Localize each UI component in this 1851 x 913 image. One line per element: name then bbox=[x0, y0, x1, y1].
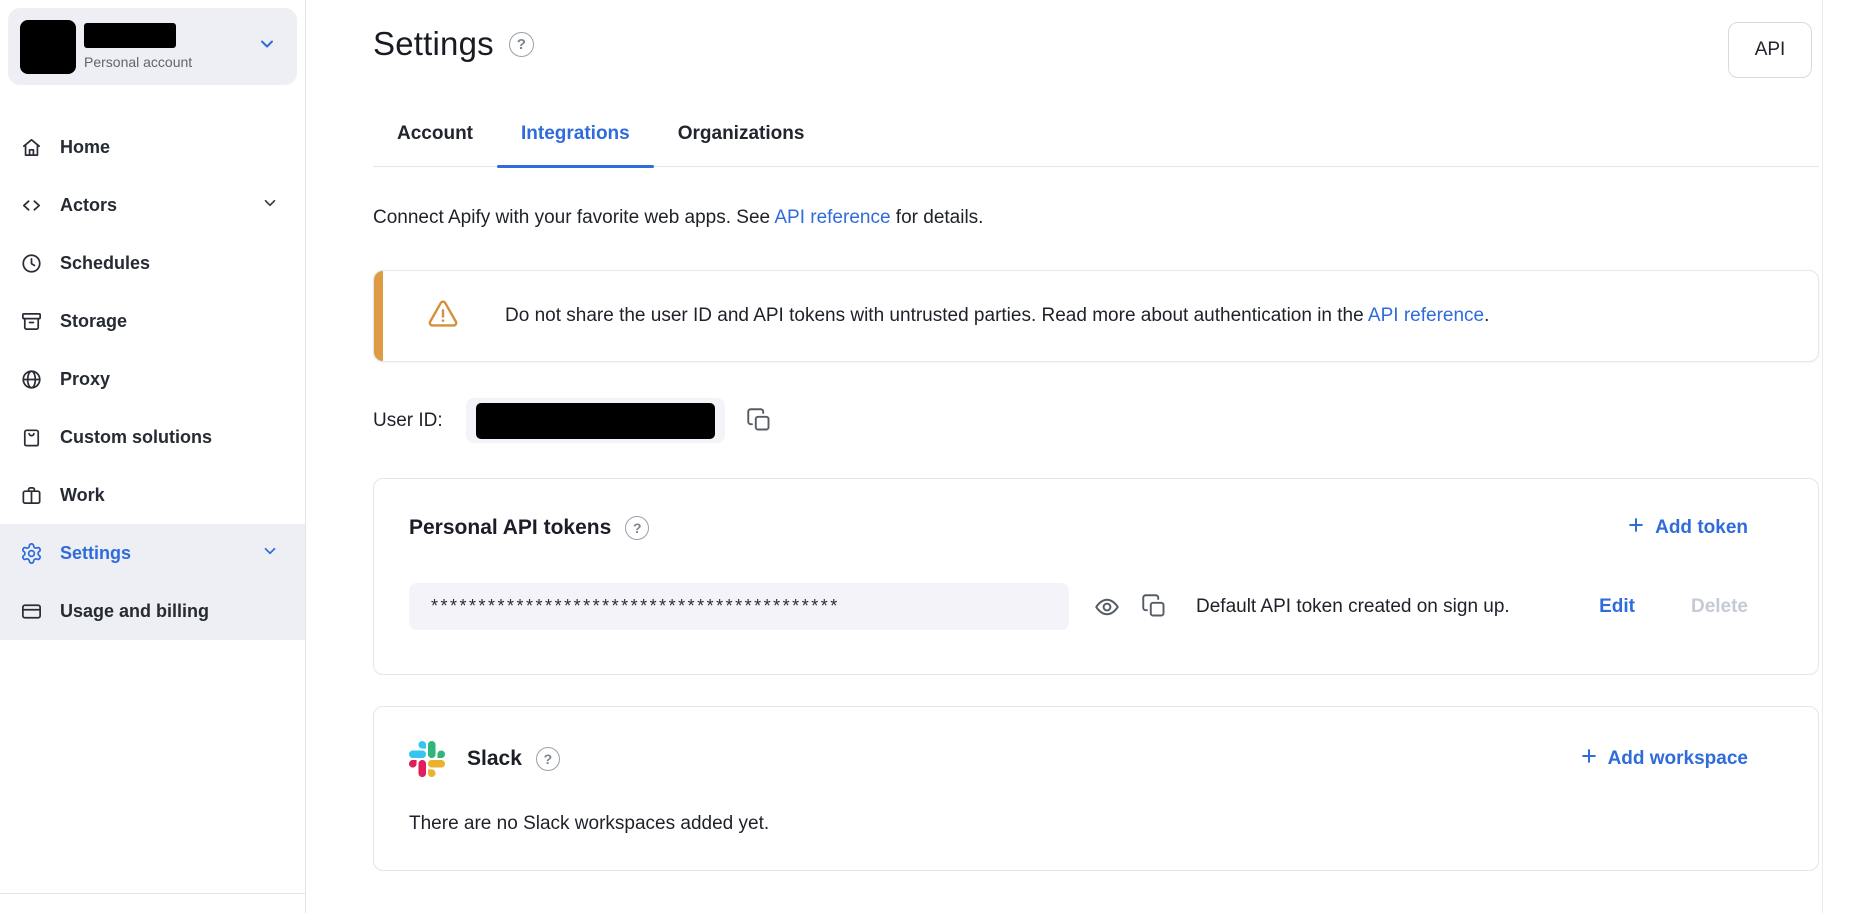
sidebar-item-label: Settings bbox=[60, 543, 131, 564]
sidebar-item-label: Home bbox=[60, 137, 110, 158]
chevron-down-icon bbox=[261, 542, 279, 565]
intro-text: Connect Apify with your favorite web app… bbox=[373, 207, 1819, 229]
delete-token-button: Delete bbox=[1691, 596, 1748, 618]
account-name-redacted bbox=[84, 23, 176, 48]
warning-text-before: Do not share the user ID and API tokens … bbox=[505, 305, 1368, 326]
scrollbar-track-line bbox=[1822, 0, 1823, 913]
account-switcher[interactable]: Personal account bbox=[8, 8, 297, 85]
slack-logo-icon bbox=[409, 741, 445, 777]
gear-icon bbox=[19, 541, 43, 565]
sidebar-item-label: Proxy bbox=[60, 369, 110, 390]
intro-text-after: for details. bbox=[891, 207, 984, 228]
add-token-button[interactable]: Add token bbox=[1626, 515, 1748, 541]
plus-icon bbox=[1579, 746, 1599, 772]
sidebar: Personal account Home Actors bbox=[0, 0, 306, 913]
warning-triangle-icon bbox=[426, 297, 460, 336]
edit-token-button[interactable]: Edit bbox=[1599, 596, 1635, 618]
app-root: Personal account Home Actors bbox=[0, 0, 1851, 913]
sidebar-item-label: Storage bbox=[60, 311, 127, 332]
sidebar-item-label: Usage and billing bbox=[60, 601, 209, 622]
tokens-card-title: Personal API tokens bbox=[409, 516, 611, 540]
api-button[interactable]: API bbox=[1728, 22, 1812, 78]
sidebar-item-custom-solutions[interactable]: Custom solutions bbox=[0, 408, 305, 466]
tokens-card-header: Personal API tokens ? Add token bbox=[409, 515, 1748, 541]
sidebar-item-label: Actors bbox=[60, 195, 117, 216]
warning-text: Do not share the user ID and API tokens … bbox=[505, 305, 1489, 327]
token-row: ****************************************… bbox=[409, 583, 1748, 630]
briefcase-icon bbox=[19, 483, 43, 507]
warning-accent-bar bbox=[374, 271, 383, 361]
page-header: Settings ? bbox=[373, 22, 1819, 66]
main-content: Settings ? API Account Integrations Orga… bbox=[306, 0, 1851, 913]
help-icon[interactable]: ? bbox=[509, 32, 534, 57]
eye-icon[interactable] bbox=[1093, 593, 1121, 621]
home-icon bbox=[19, 135, 43, 159]
account-type-label: Personal account bbox=[84, 54, 192, 70]
archive-box-icon bbox=[19, 309, 43, 333]
sidebar-footer bbox=[0, 894, 305, 913]
help-icon[interactable]: ? bbox=[625, 516, 649, 540]
api-reference-link[interactable]: API reference bbox=[774, 207, 890, 228]
help-icon[interactable]: ? bbox=[536, 747, 560, 771]
shopping-bag-icon bbox=[19, 425, 43, 449]
sidebar-item-proxy[interactable]: Proxy bbox=[0, 350, 305, 408]
sidebar-item-usage-and-billing[interactable]: Usage and billing bbox=[0, 582, 305, 640]
clock-icon bbox=[19, 251, 43, 275]
warning-banner: Do not share the user ID and API tokens … bbox=[373, 270, 1819, 362]
sidebar-item-settings[interactable]: Settings bbox=[0, 524, 305, 582]
slack-card-title: Slack bbox=[467, 747, 522, 771]
token-description: Default API token created on sign up. bbox=[1196, 596, 1599, 618]
tab-integrations[interactable]: Integrations bbox=[497, 123, 654, 166]
api-reference-link[interactable]: API reference bbox=[1368, 305, 1484, 326]
sidebar-spacer bbox=[0, 640, 305, 893]
slack-card-header: Slack ? Add workspace bbox=[409, 741, 1748, 777]
sidebar-item-home[interactable]: Home bbox=[0, 118, 305, 176]
add-token-label: Add token bbox=[1655, 517, 1748, 539]
copy-icon[interactable] bbox=[746, 407, 773, 434]
sidebar-item-label: Work bbox=[60, 485, 105, 506]
user-id-label: User ID: bbox=[373, 410, 443, 432]
chevron-down-icon bbox=[257, 34, 277, 59]
slack-card: Slack ? Add workspace There are no Slack… bbox=[373, 706, 1819, 871]
slack-empty-text: There are no Slack workspaces added yet. bbox=[409, 813, 1748, 835]
token-masked-value: ****************************************… bbox=[431, 596, 840, 617]
user-id-row: User ID: bbox=[373, 398, 1819, 443]
sidebar-nav: Home Actors Schedules bbox=[0, 118, 305, 640]
sidebar-item-actors[interactable]: Actors bbox=[0, 176, 305, 234]
tabs-bar: Account Integrations Organizations bbox=[373, 123, 1819, 167]
globe-icon bbox=[19, 367, 43, 391]
user-id-redacted bbox=[476, 403, 715, 439]
sidebar-item-work[interactable]: Work bbox=[0, 466, 305, 524]
sidebar-item-label: Schedules bbox=[60, 253, 150, 274]
sidebar-item-storage[interactable]: Storage bbox=[0, 292, 305, 350]
sidebar-item-label: Custom solutions bbox=[60, 427, 212, 448]
token-masked-field: ****************************************… bbox=[409, 583, 1069, 630]
page-title: Settings bbox=[373, 25, 494, 63]
intro-text-before: Connect Apify with your favorite web app… bbox=[373, 207, 774, 228]
add-workspace-button[interactable]: Add workspace bbox=[1579, 746, 1748, 772]
chevron-down-icon bbox=[261, 194, 279, 217]
personal-api-tokens-card: Personal API tokens ? Add token ********… bbox=[373, 478, 1819, 675]
copy-icon[interactable] bbox=[1141, 593, 1168, 620]
warning-text-after: . bbox=[1484, 305, 1489, 326]
avatar bbox=[20, 20, 76, 74]
user-id-value bbox=[466, 398, 725, 443]
plus-icon bbox=[1626, 515, 1646, 541]
sidebar-item-schedules[interactable]: Schedules bbox=[0, 234, 305, 292]
add-workspace-label: Add workspace bbox=[1608, 748, 1748, 770]
account-info: Personal account bbox=[84, 23, 192, 70]
tab-organizations[interactable]: Organizations bbox=[654, 123, 829, 166]
code-icon bbox=[19, 193, 43, 217]
tab-account[interactable]: Account bbox=[373, 123, 497, 166]
credit-card-icon bbox=[19, 599, 43, 623]
